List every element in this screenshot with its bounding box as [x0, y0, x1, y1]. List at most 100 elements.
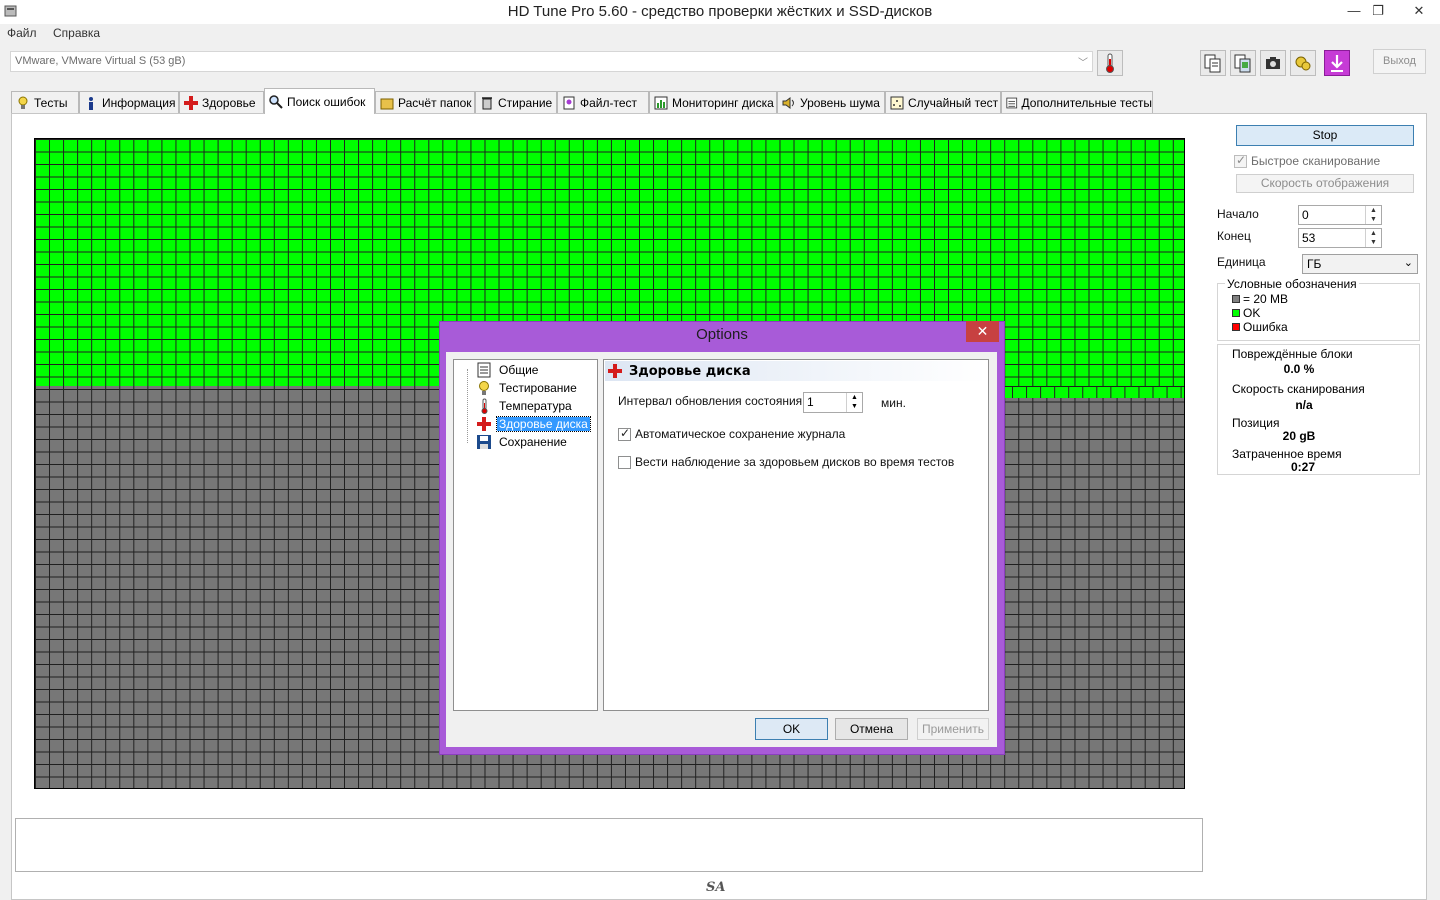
drive-select[interactable]: VMware, VMware Virtual S (53 gB) ﹀	[10, 51, 1093, 72]
damaged-blocks-label: Повреждённые блоки	[1232, 347, 1353, 361]
extra-tests-icon	[1006, 97, 1018, 108]
options-button[interactable]	[1290, 50, 1316, 76]
quick-scan-checkbox[interactable]: Быстрое сканирование	[1234, 153, 1380, 168]
tab-label: Стирание	[498, 95, 553, 110]
monitor-health-checkbox[interactable]: Вести наблюдение за здоровьем дисков во …	[618, 455, 954, 469]
tab-folder-usage[interactable]: Расчёт папок	[375, 91, 475, 113]
tree-item-general[interactable]: Общие	[476, 362, 540, 378]
tab-label: Мониторинг диска	[672, 95, 774, 110]
tab-disk-monitor[interactable]: Мониторинг диска	[649, 91, 777, 113]
tab-health[interactable]: Здоровье	[179, 91, 264, 113]
legend-label: OK	[1243, 306, 1261, 320]
tab-file-test[interactable]: Файл-тест	[557, 91, 649, 113]
log-box[interactable]	[15, 818, 1203, 872]
random-icon	[890, 96, 904, 109]
autosave-log-checkbox[interactable]: Автоматическое сохранение журнала	[618, 426, 846, 441]
tree-label: Тестирование	[499, 381, 577, 395]
ok-button[interactable]: OK	[755, 718, 828, 740]
tab-random-test[interactable]: Случайный тест	[885, 91, 1001, 113]
tree-item-testing[interactable]: Тестирование	[476, 380, 579, 396]
info-icon	[89, 96, 93, 110]
start-value: 0	[1302, 208, 1309, 222]
unit-select[interactable]: ГБ ⌄	[1302, 254, 1418, 274]
save-button[interactable]	[1324, 50, 1350, 76]
chevron-down-icon: ﹀	[1078, 58, 1088, 69]
drive-select-value: VMware, VMware Virtual S (53 gB)	[15, 55, 186, 67]
tab-label: Тесты	[34, 95, 68, 110]
screenshot-button[interactable]	[1260, 50, 1286, 76]
tab-label: Здоровье	[202, 95, 256, 110]
restore-button[interactable]: ❐	[1363, 0, 1393, 22]
magnifier-icon	[269, 94, 283, 109]
tab-label: Файл-тест	[580, 95, 638, 110]
copy-image-icon	[1234, 54, 1251, 73]
tab-info[interactable]: Информация	[79, 91, 179, 113]
close-button[interactable]: ✕	[1398, 0, 1440, 22]
unit-label: Единица	[1217, 255, 1266, 269]
tree-label: Температура	[499, 399, 572, 413]
scan-speed-value: n/a	[1295, 398, 1313, 412]
elapsed-time-label: Затраченное время	[1232, 447, 1342, 461]
exit-button[interactable]: Выход	[1373, 49, 1426, 74]
monitor-label: Вести наблюдение за здоровьем дисков во …	[635, 455, 955, 469]
spin-arrows-icon[interactable]: ▲ ▼	[1365, 229, 1381, 247]
tab-error-scan[interactable]: Поиск ошибок	[264, 88, 375, 114]
position-value: 20 gB	[1282, 429, 1316, 443]
end-input[interactable]: 53 ▲ ▼	[1298, 228, 1382, 248]
floppy-icon	[477, 435, 491, 449]
menu-help[interactable]: Справка	[53, 26, 100, 40]
settings-pane	[603, 359, 989, 711]
tab-label: Случайный тест	[908, 95, 999, 110]
tab-erase[interactable]: Стирание	[475, 91, 557, 113]
display-speed-button[interactable]: Скорость отображения	[1236, 174, 1414, 193]
interval-value: 1	[807, 395, 814, 409]
camera-icon	[1266, 57, 1280, 69]
chevron-down-icon: ⌄	[1403, 257, 1413, 269]
tab-extra-tests[interactable]: Дополнительные тесты	[1001, 91, 1153, 113]
damaged-blocks-value: 0.0 %	[1283, 362, 1315, 376]
copy-image-button[interactable]	[1230, 50, 1256, 76]
temperature-button[interactable]	[1097, 50, 1123, 76]
tree-item-temperature[interactable]: Температура	[476, 398, 574, 414]
tree-label: Общие	[499, 363, 539, 377]
thermometer-icon	[481, 398, 488, 414]
options-icon	[1295, 56, 1311, 71]
start-input[interactable]: 0 ▲ ▼	[1298, 205, 1382, 225]
end-value: 53	[1302, 231, 1316, 245]
spin-arrows-icon[interactable]: ▲ ▼	[846, 393, 862, 412]
bulb-icon	[479, 381, 489, 395]
legend-item-ok: OK	[1232, 306, 1260, 320]
health-cross-icon	[477, 417, 491, 431]
copy-text-icon	[1204, 54, 1221, 73]
tab-noise-level[interactable]: Уровень шума	[777, 91, 885, 113]
tab-tests[interactable]: Тесты	[11, 91, 79, 113]
green-swatch	[1232, 309, 1240, 317]
spin-arrows-icon[interactable]: ▲ ▼	[1365, 206, 1381, 224]
legend-label: Ошибка	[1243, 320, 1288, 334]
legend-label: = 20 MB	[1243, 292, 1289, 306]
sa-logo: SA	[706, 880, 726, 895]
stop-button[interactable]: Stop	[1236, 125, 1414, 146]
interval-input[interactable]: 1 ▲ ▼	[803, 392, 863, 413]
tree-item-saving[interactable]: Сохранение	[476, 434, 569, 450]
autosave-label: Автоматическое сохранение журнала	[635, 427, 846, 441]
thermometer-icon	[1106, 53, 1114, 73]
menu-file[interactable]: Файл	[7, 26, 37, 40]
tree-item-disk-health[interactable]: Здоровье диска	[476, 416, 591, 432]
red-swatch	[1232, 323, 1240, 331]
end-label: Конец	[1217, 229, 1251, 243]
interval-label: Интервал обновления состояния	[618, 394, 803, 408]
section-header: Здоровье диска	[605, 361, 987, 381]
bulb-icon	[18, 96, 28, 109]
cancel-button[interactable]: Отмена	[835, 718, 908, 740]
copy-text-button[interactable]	[1200, 50, 1226, 76]
apply-button[interactable]: Применить	[917, 718, 989, 740]
dialog-close-button[interactable]: ✕	[966, 321, 999, 342]
tree-label: Сохранение	[499, 435, 567, 449]
gray-swatch	[1232, 295, 1240, 303]
trash-icon	[482, 96, 492, 109]
checkbox-box	[618, 426, 631, 441]
folder-icon	[380, 98, 394, 109]
legend-title: Условные обозначения	[1225, 277, 1359, 291]
tab-label: Уровень шума	[800, 95, 880, 110]
